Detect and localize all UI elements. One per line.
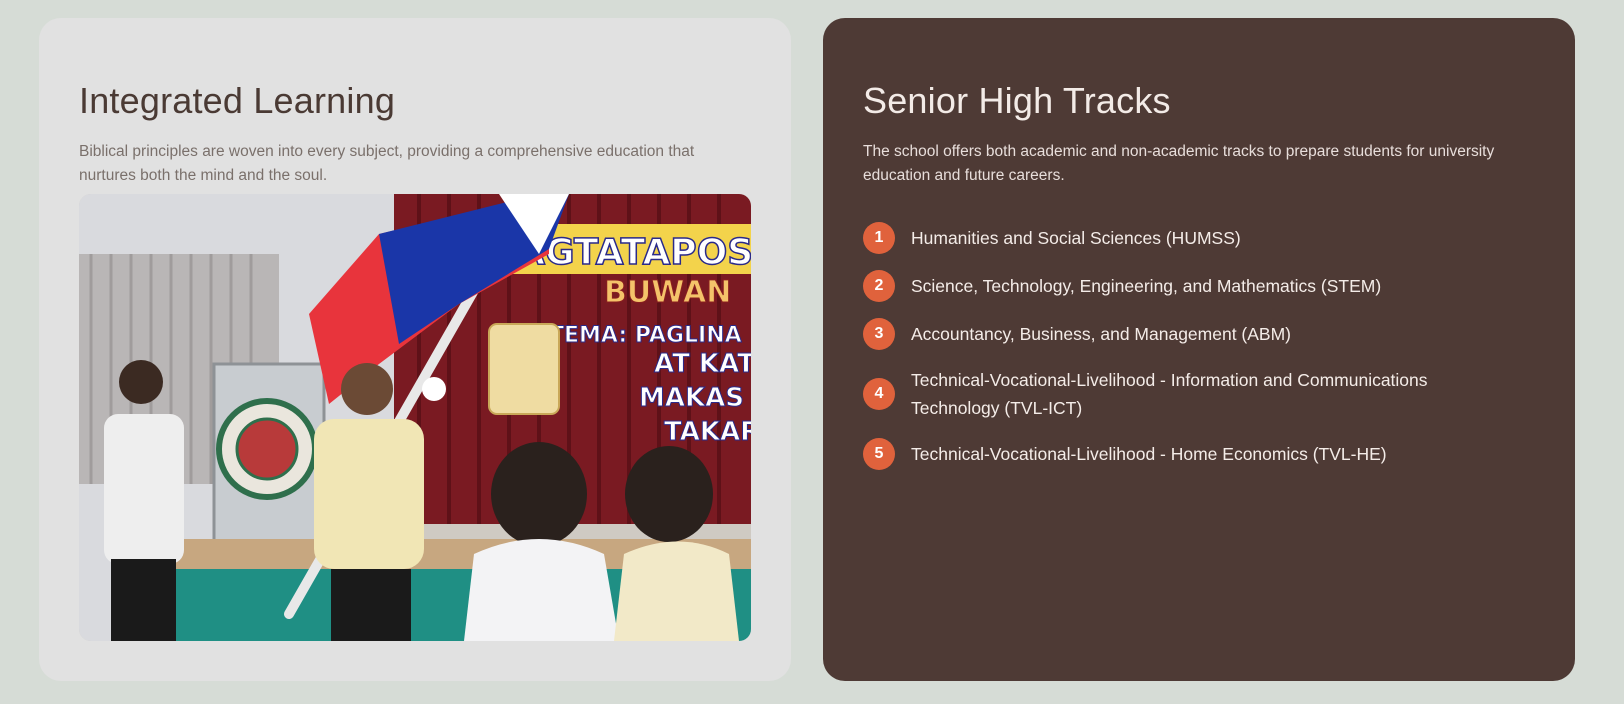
integrated-learning-description: Biblical principles are woven into every… [79,143,695,184]
integrated-learning-card: Integrated Learning Biblical principles … [39,18,791,681]
track-item-humss: 1 Humanities and Social Sciences (HUMSS) [863,222,1535,254]
track-label: Humanities and Social Sciences (HUMSS) [911,228,1241,248]
senior-high-tracks-description: The school offers both academic and non-… [863,143,1495,184]
track-item-abm: 3 Accountancy, Business, and Management … [863,318,1535,350]
banner-line-4: AT KAT [654,349,751,379]
track-number-badge: 2 [863,270,895,302]
track-number-badge: 4 [863,378,895,410]
banner-line-5: MAKAS [639,383,744,413]
track-number-badge: 1 [863,222,895,254]
track-item-stem: 2 Science, Technology, Engineering, and … [863,270,1535,302]
track-number-badge: 3 [863,318,895,350]
senior-high-tracks-card: Senior High Tracks The school offers bot… [823,18,1575,681]
senior-high-tracks-title: Senior High Tracks [863,80,1171,121]
track-label: Technical-Vocational-Livelihood - Home E… [911,444,1387,464]
track-label: Accountancy, Business, and Management (A… [911,324,1292,344]
integrated-learning-title: Integrated Learning [79,80,396,121]
banner-line-3: TEMA: PAGLINA [549,323,742,348]
school-event-photo: PAGTATAPOS NA PAG BUWAN TEMA: PAGLINA AT… [79,194,751,641]
track-label: Technical-Vocational-Livelihood - Inform… [911,370,1428,418]
track-number-badge: 5 [863,438,895,470]
tracks-list: 1 Humanities and Social Sciences (HUMSS)… [863,222,1535,470]
banner-line-6: TAKAR [664,417,751,447]
track-item-tvl-he: 5 Technical-Vocational-Livelihood - Home… [863,438,1535,470]
track-item-tvl-ict: 4 Technical-Vocational-Livelihood - Info… [863,366,1535,422]
banner-line-2: BUWAN [604,275,731,310]
track-label: Science, Technology, Engineering, and Ma… [911,276,1382,296]
